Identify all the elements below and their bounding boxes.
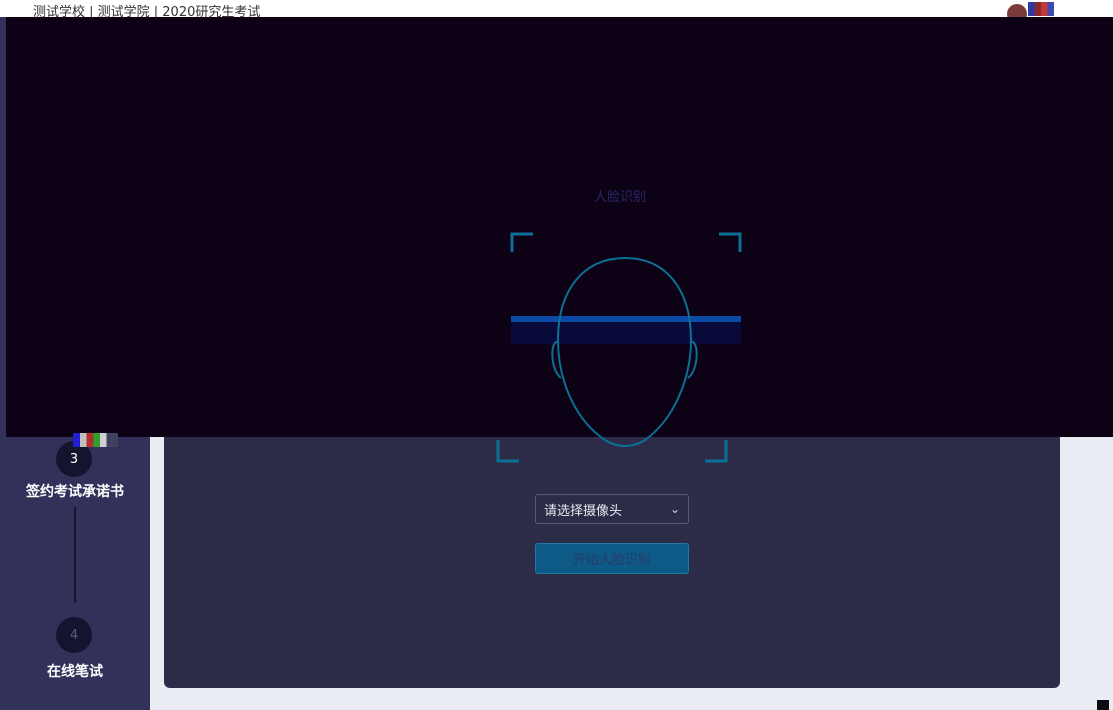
start-face-recognition-button[interactable]: 开始人脸识别 <box>535 543 689 574</box>
flag-icon <box>1028 2 1054 16</box>
face-guide-icon <box>496 232 742 463</box>
render-artifact <box>73 433 118 447</box>
camera-select-value: 请选择摄像头 <box>544 503 623 519</box>
step-connector <box>74 507 76 603</box>
camera-title: 人脸识别 <box>593 190 646 205</box>
corner-artifact <box>1097 700 1109 710</box>
camera-select[interactable]: 请选择摄像头 ⌄ <box>535 494 689 524</box>
step-label-3: 签约考试承诺书 <box>26 484 124 500</box>
page-header: 测试学校 | 测试学院 | 2020研究生考试 <box>0 0 1113 24</box>
chevron-down-icon: ⌄ <box>669 502 680 516</box>
step-circle-4: 4 <box>56 617 92 653</box>
step-label-4: 在线笔试 <box>47 664 103 680</box>
